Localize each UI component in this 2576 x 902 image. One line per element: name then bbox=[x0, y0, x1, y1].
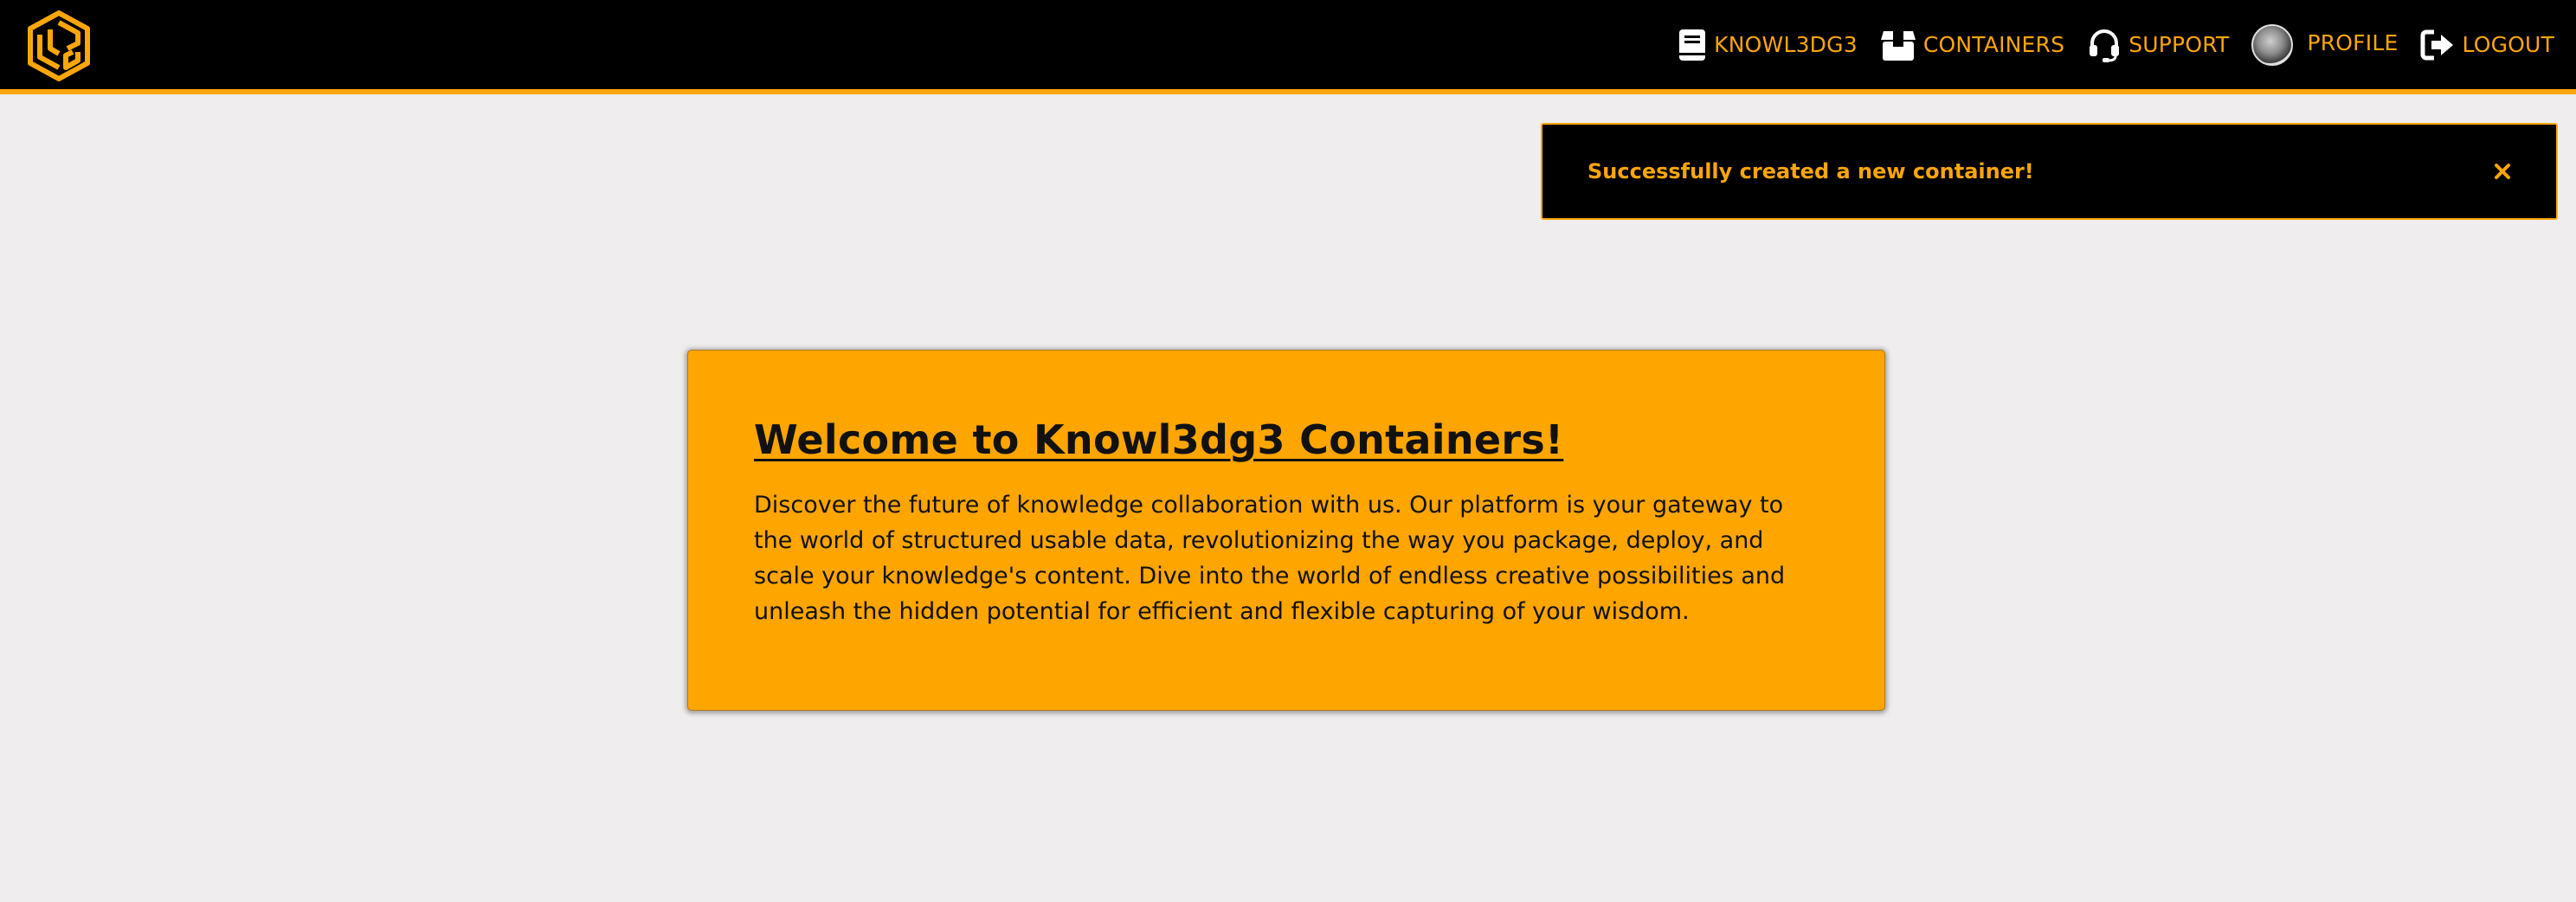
nav-label-support: SUPPORT bbox=[2128, 32, 2230, 57]
success-toast: Successfully created a new container! bbox=[1541, 123, 2558, 220]
avatar bbox=[2251, 23, 2294, 66]
welcome-card: Welcome to Knowl3dg3 Containers! Discove… bbox=[687, 350, 1885, 711]
nav-item-support[interactable]: SUPPORT bbox=[2087, 28, 2229, 62]
top-navbar: KNOWL3DG3 CONTAINERS SUPPORT PROFILE LOG… bbox=[0, 0, 2576, 94]
nav-links: KNOWL3DG3 CONTAINERS SUPPORT PROFILE LOG… bbox=[1655, 0, 2554, 89]
welcome-title: Welcome to Knowl3dg3 Containers! bbox=[754, 416, 1564, 463]
nav-label-containers: CONTAINERS bbox=[1922, 32, 2065, 57]
nav-label-logout: LOGOUT bbox=[2462, 32, 2554, 57]
nav-label-knowl3dg3: KNOWL3DG3 bbox=[1714, 32, 1858, 57]
welcome-description: Discover the future of knowledge collabo… bbox=[754, 492, 1786, 625]
nav-item-knowl3dg3[interactable]: KNOWL3DG3 bbox=[1678, 29, 1858, 61]
box-icon bbox=[1880, 28, 1916, 62]
headset-icon bbox=[2087, 28, 2122, 62]
logout-icon bbox=[2420, 29, 2455, 61]
toast-message: Successfully created a new container! bbox=[1587, 159, 2034, 184]
nav-label-profile: PROFILE bbox=[2307, 30, 2399, 55]
book-icon bbox=[1678, 29, 1707, 61]
nav-item-logout[interactable]: LOGOUT bbox=[2420, 29, 2554, 61]
logo-icon[interactable] bbox=[26, 10, 92, 81]
nav-item-containers[interactable]: CONTAINERS bbox=[1880, 28, 2064, 62]
nav-item-profile[interactable]: PROFILE bbox=[2251, 23, 2399, 66]
close-icon[interactable] bbox=[2494, 125, 2511, 218]
